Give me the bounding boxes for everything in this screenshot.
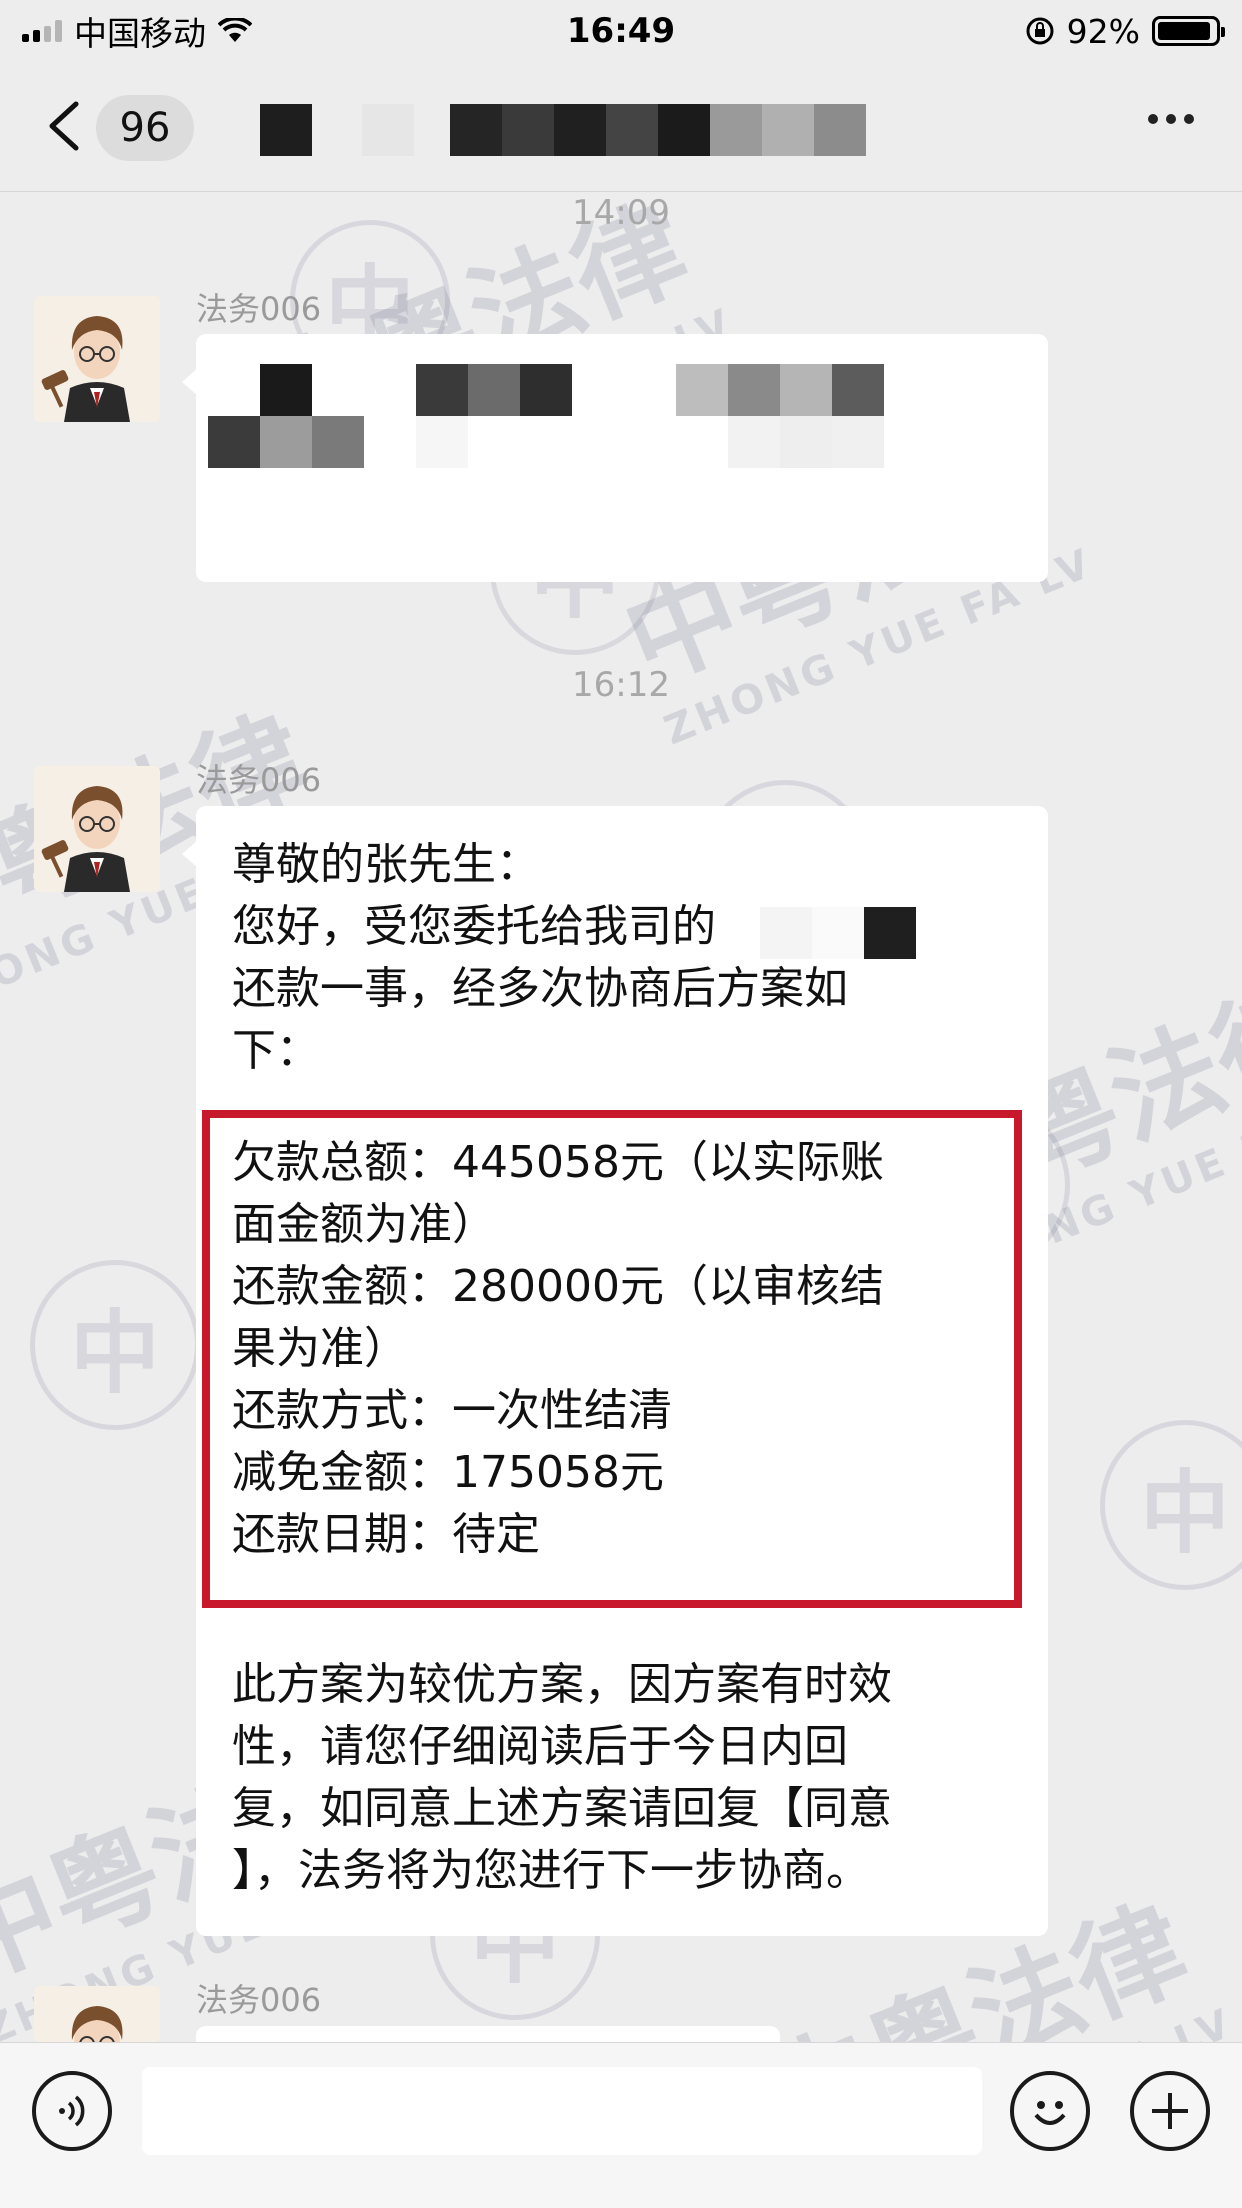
sender-name: 法务006 (196, 290, 322, 328)
wifi-icon (218, 18, 252, 42)
voice-icon[interactable] (32, 2071, 112, 2151)
closing-line: 复，如同意上述方案请回复【同意 (232, 1783, 892, 1834)
chat-title-redacted (260, 104, 866, 156)
more-dots-icon[interactable] (1148, 114, 1194, 124)
plan-line-repayment-date: 还款日期：待定 (232, 1509, 540, 1560)
plus-icon[interactable] (1130, 2071, 1210, 2151)
battery-icon (1152, 16, 1225, 46)
clock: 16:49 (566, 11, 676, 51)
plan-line-repayment-method: 还款方式：一次性结清 (232, 1385, 672, 1436)
avatar[interactable] (34, 296, 160, 422)
time-stamp: 14:09 (572, 193, 670, 233)
emoji-icon[interactable] (1010, 2071, 1090, 2151)
plan-line-waived-amount: 减免金额：175058元 (232, 1447, 664, 1498)
nav-bar: 96 (0, 62, 1242, 192)
chevron-left-icon[interactable] (44, 100, 84, 152)
avatar[interactable] (34, 766, 160, 892)
message-intro-line: 还款一事，经多次协商后方案如 (232, 963, 848, 1014)
closing-line: 此方案为较优方案，因方案有时效 (232, 1659, 892, 1710)
message-intro-line: 下： (232, 1025, 320, 1076)
message-bubble[interactable] (182, 2026, 780, 2088)
message-intro-line: 您好，受您委托给我司的 (232, 901, 716, 952)
time-stamp: 16:12 (572, 665, 670, 705)
status-bar: 中国移动 16:49 92% (0, 0, 1242, 62)
watermark-seal: 中 (1100, 1420, 1242, 1590)
sender-name: 法务006 (196, 1981, 322, 2019)
plan-line-repayment-amount: 还款金额：280000元（以审核结 (232, 1261, 884, 1312)
repayment-plan-box: 欠款总额：445058元（以实际账 面金额为准） 还款金额：280000元（以审… (202, 1110, 1022, 1608)
plan-line-total-debt: 欠款总额：445058元（以实际账 (232, 1137, 884, 1188)
message-input[interactable] (142, 2067, 982, 2155)
watermark-seal: 中 (30, 1260, 200, 1430)
unread-count-badge[interactable]: 96 (96, 95, 194, 161)
plan-line-repayment-note: 果为准） (232, 1323, 408, 1374)
closing-line: 性，请您仔细阅读后于今日内回 (232, 1721, 848, 1772)
message-bubble-redacted[interactable] (182, 334, 1048, 582)
input-bar (0, 2042, 1242, 2208)
avatar[interactable] (34, 1986, 160, 2042)
message-greeting: 尊敬的张先生： (232, 839, 540, 890)
plan-line-total-debt-note: 面金额为准） (232, 1199, 496, 1250)
battery-percent: 92% (1066, 11, 1140, 51)
rotation-lock-icon (1026, 17, 1054, 45)
carrier-label: 中国移动 (74, 14, 206, 53)
lawyer-avatar-icon (34, 1986, 160, 2042)
signal-icon (22, 20, 62, 42)
sender-name: 法务006 (196, 761, 322, 799)
lawyer-avatar-icon (34, 766, 160, 892)
message-bubble[interactable]: 尊敬的张先生： 您好，受您委托给我司的 还款一事，经多次协商后方案如 下： 欠款… (182, 806, 1048, 1936)
closing-line: 】，法务将为您进行下一步协商。 (232, 1845, 870, 1896)
redacted-mosaic (730, 903, 920, 959)
lawyer-avatar-icon (34, 296, 160, 422)
